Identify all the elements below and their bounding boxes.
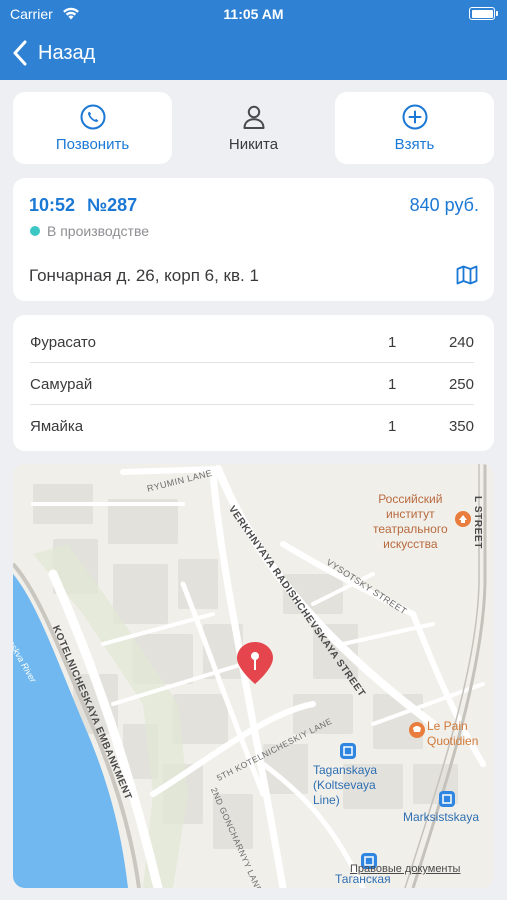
order-time: 10:52 xyxy=(29,195,76,215)
back-label: Назад xyxy=(38,41,96,64)
take-label: Взять xyxy=(394,135,435,153)
call-label: Позвонить xyxy=(55,135,130,153)
list-item: Ямайка 1 350 xyxy=(30,405,474,447)
item-qty: 1 xyxy=(388,376,397,393)
map-view[interactable]: RYUMIN LANE VERKHNYAYA RADISHCHEVSKAYA S… xyxy=(13,464,494,888)
back-button[interactable]: Назад xyxy=(12,38,95,68)
item-sum: 240 xyxy=(448,334,474,351)
map-icon[interactable] xyxy=(456,265,478,285)
battery-icon xyxy=(469,7,498,20)
order-status: В производстве xyxy=(30,223,149,239)
person-name: Никита xyxy=(228,135,279,153)
plus-circle-icon xyxy=(402,104,427,129)
map-poi-marksistskaya: Marksistskaya xyxy=(403,810,480,824)
map-poi-lepain: Le Pain Quotidien xyxy=(427,719,479,748)
order-status-text: В производстве xyxy=(47,223,150,239)
item-name: Ямайка xyxy=(30,418,84,435)
order-address: Гончарная д. 26, корп 6, кв. 1 xyxy=(29,266,259,285)
items-card: Фурасато 1 240 Самурай 1 250 Ямайка 1 35… xyxy=(13,315,494,451)
item-qty: 1 xyxy=(388,334,397,351)
map-poi-theatre: Российский институт театрального искусст… xyxy=(373,492,448,551)
clock: 11:05 AM xyxy=(223,6,284,22)
map-poi-taganskaya: Taganskaya (Koltsevaya Line) xyxy=(313,763,378,807)
status-dot-icon xyxy=(30,226,40,236)
list-item: Самурай 1 250 xyxy=(30,363,474,405)
person-icon xyxy=(243,105,264,129)
order-card: 10:52 №287 840 руб. В производстве Гончар… xyxy=(13,178,494,301)
chevron-left-icon xyxy=(13,40,27,66)
take-order-button[interactable]: Взять xyxy=(335,92,494,164)
legal-link[interactable]: Правовые документы xyxy=(350,863,460,875)
list-item: Фурасато 1 240 xyxy=(30,321,474,363)
item-qty: 1 xyxy=(388,418,397,435)
phone-icon xyxy=(80,104,105,129)
map-label-street-right: L STREET xyxy=(472,496,483,549)
item-name: Фурасато xyxy=(30,334,96,351)
contact-person: Никита xyxy=(176,92,331,164)
item-sum: 250 xyxy=(448,376,474,393)
order-price: 840 руб. xyxy=(409,195,479,215)
order-number: №287 xyxy=(87,195,138,215)
item-sum: 350 xyxy=(448,418,474,435)
order-header: 10:52 №287 xyxy=(29,195,137,216)
item-name: Самурай xyxy=(30,376,93,393)
call-button[interactable]: Позвонить xyxy=(13,92,172,164)
nav-bar: Carrier 11:05 AM Назад xyxy=(0,0,507,80)
status-bar: Carrier 11:05 AM xyxy=(0,0,507,28)
